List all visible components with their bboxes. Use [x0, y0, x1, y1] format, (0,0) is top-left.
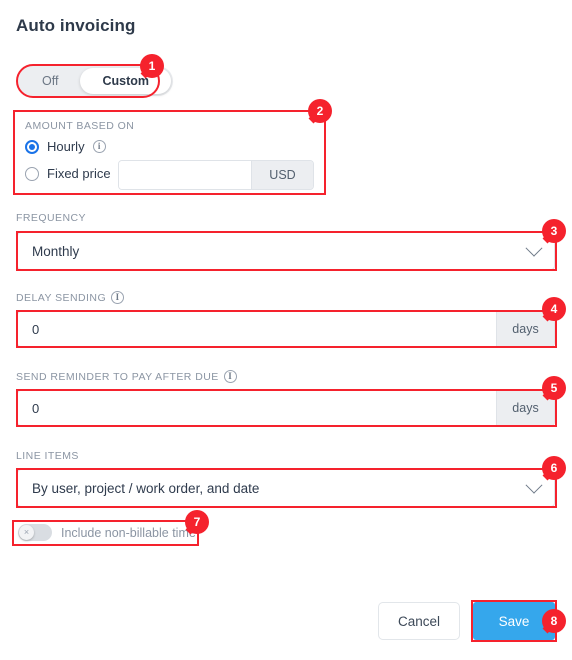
annotation-badge-3: 3 — [542, 219, 566, 243]
radio-option-fixed-price[interactable]: Fixed price — [25, 166, 111, 181]
radio-option-hourly[interactable]: Hourly i — [25, 139, 106, 154]
delay-sending-input[interactable]: 0 — [18, 312, 496, 346]
radio-hourly-label: Hourly — [47, 139, 85, 154]
annotation-badge-6: 6 — [542, 456, 566, 480]
send-reminder-label-text: SEND REMINDER TO PAY AFTER DUE — [16, 370, 219, 383]
line-items-select-value: By user, project / work order, and date — [32, 480, 260, 496]
amount-based-on-label: AMOUNT BASED ON — [25, 120, 134, 132]
delay-sending-label-text: DELAY SENDING — [16, 291, 107, 304]
send-reminder-input[interactable]: 0 — [18, 391, 496, 425]
fixed-price-input[interactable] — [119, 161, 251, 189]
annotation-badge-8: 8 — [542, 609, 566, 633]
page-title: Auto invoicing — [16, 16, 136, 35]
amount-based-on-group: AMOUNT BASED ON Hourly i Fixed price USD — [13, 110, 326, 195]
send-reminder-input-group[interactable]: 0 days — [17, 390, 555, 426]
delay-sending-label: DELAY SENDING i — [16, 291, 125, 304]
annotation-badge-4: 4 — [542, 297, 566, 321]
info-icon-send-reminder[interactable]: i — [223, 370, 237, 383]
annotation-badge-5: 5 — [542, 376, 566, 400]
include-non-billable-row[interactable]: × Include non-billable time — [18, 524, 196, 541]
line-items-label: LINE ITEMS — [16, 450, 79, 462]
info-icon-delay-sending[interactable]: i — [111, 291, 125, 304]
frequency-select[interactable]: Monthly — [17, 232, 555, 270]
info-icon-hourly[interactable]: i — [92, 140, 106, 153]
include-non-billable-label: Include non-billable time — [61, 525, 196, 540]
radio-fixed-price-control[interactable] — [25, 166, 39, 181]
annotation-badge-7: 7 — [185, 510, 209, 534]
line-items-select[interactable]: By user, project / work order, and date — [17, 469, 555, 507]
fixed-price-currency-suffix: USD — [251, 161, 313, 189]
toggle-knob-off-icon: × — [19, 525, 34, 540]
line-items-label-text: LINE ITEMS — [16, 450, 79, 462]
chevron-down-icon-line-items — [525, 476, 543, 494]
frequency-select-value: Monthly — [32, 243, 80, 259]
annotation-badge-1: 1 — [140, 54, 164, 78]
radio-fixed-price-label: Fixed price — [47, 166, 111, 181]
amount-based-on-label-text: AMOUNT BASED ON — [25, 120, 135, 132]
delay-sending-input-group[interactable]: 0 days — [17, 311, 555, 347]
radio-hourly-control[interactable] — [25, 139, 39, 154]
mode-option-off[interactable]: Off — [20, 68, 80, 94]
send-reminder-label: SEND REMINDER TO PAY AFTER DUE i — [16, 370, 237, 383]
frequency-label: FREQUENCY — [16, 212, 86, 224]
annotation-badge-2: 2 — [308, 99, 332, 123]
chevron-down-icon-frequency — [525, 239, 543, 257]
frequency-label-text: FREQUENCY — [16, 212, 86, 224]
include-non-billable-toggle[interactable]: × — [18, 524, 52, 541]
fixed-price-input-group[interactable]: USD — [118, 160, 314, 190]
cancel-button[interactable]: Cancel — [378, 602, 460, 640]
